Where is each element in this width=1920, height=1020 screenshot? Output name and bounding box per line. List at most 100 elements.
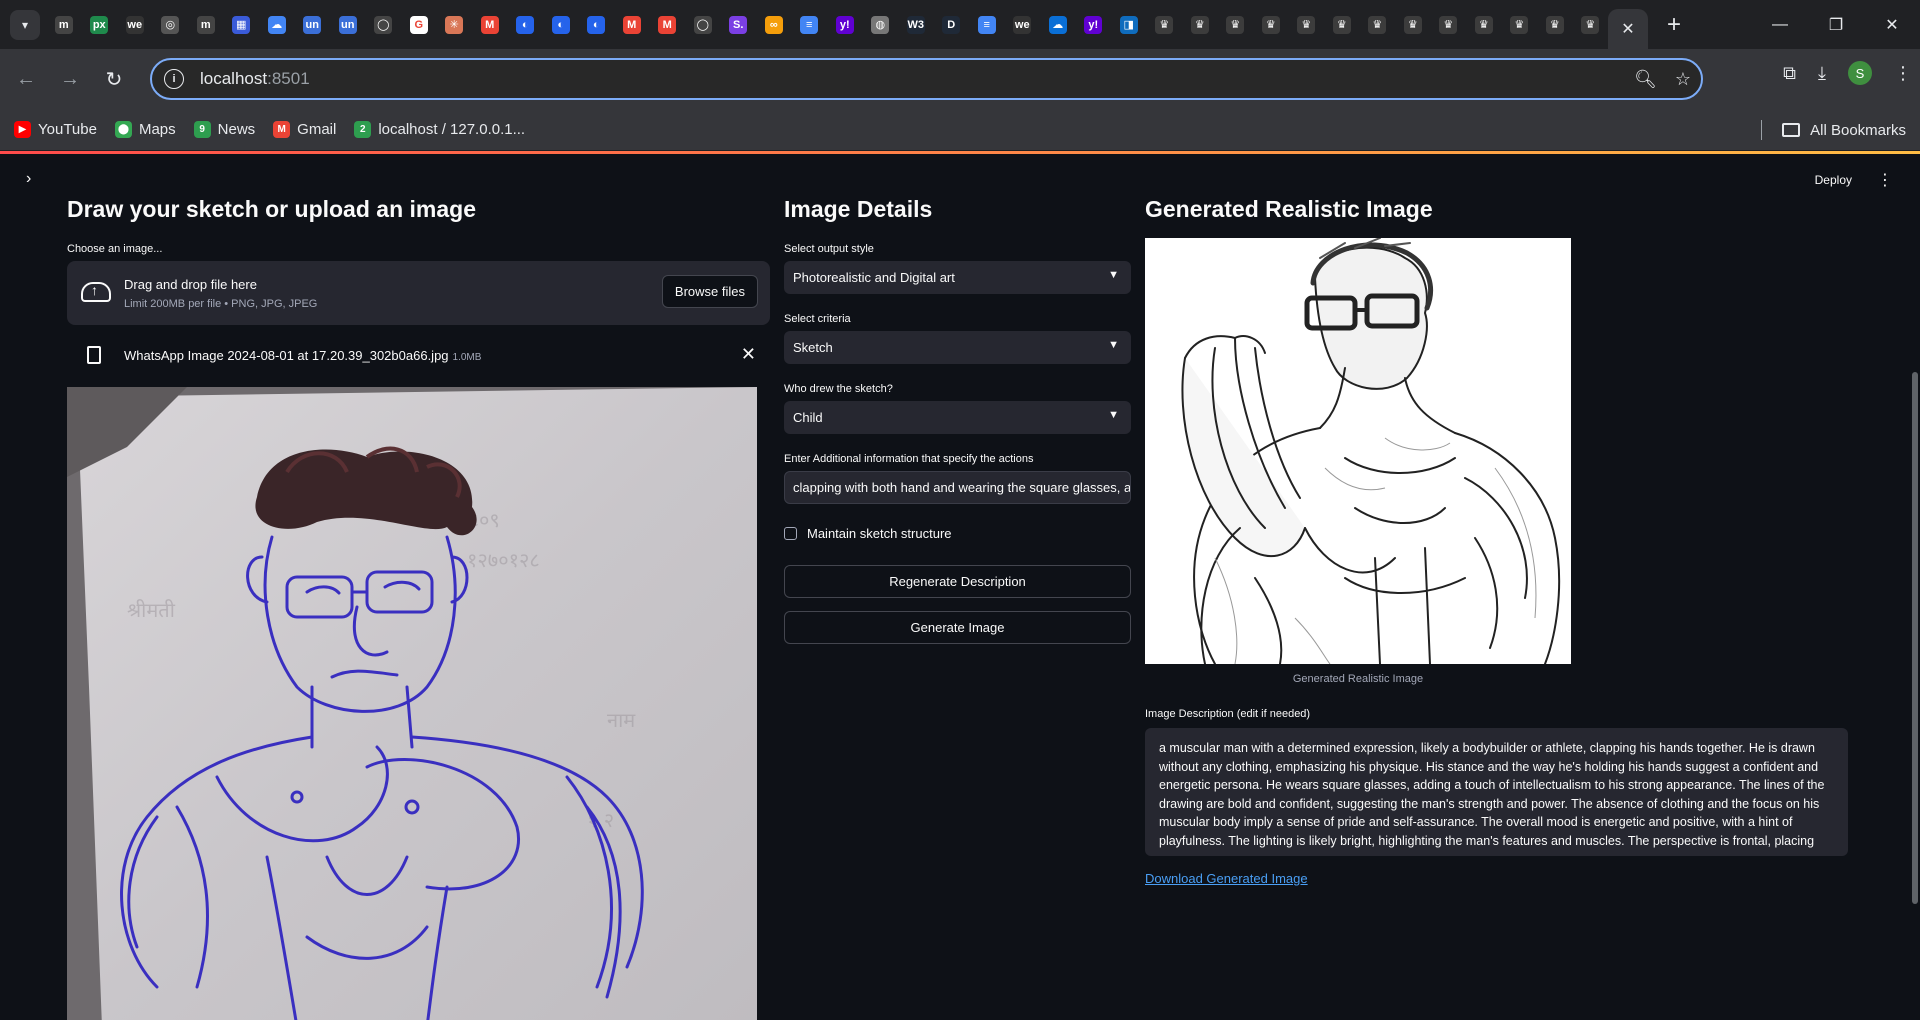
details-column-title: Image Details — [784, 196, 933, 222]
browser-tab[interactable]: m — [46, 0, 82, 49]
browser-tab[interactable]: ♛ — [1395, 0, 1431, 49]
browser-tab[interactable]: ♛ — [1502, 0, 1538, 49]
browser-tab[interactable]: ✳ — [437, 0, 473, 49]
bookmark-item[interactable]: 9 News — [193, 121, 255, 138]
back-button[interactable]: ← — [8, 61, 44, 97]
bookmark-item[interactable]: ▶ YouTube — [14, 121, 97, 138]
regenerate-description-button[interactable]: Regenerate Description — [784, 565, 1131, 598]
bookmark-favicon-icon: 9 — [193, 121, 211, 138]
svg-text:श्रीमती: श्रीमती — [127, 598, 176, 622]
browse-files-button[interactable]: Browse files — [661, 275, 758, 308]
browser-tab[interactable]: ◨ — [1111, 0, 1147, 49]
browser-tab[interactable]: y! — [1076, 0, 1112, 49]
browser-tab[interactable]: ♛ — [1573, 0, 1609, 49]
additional-info-input[interactable]: clapping with both hand and wearing the … — [784, 471, 1131, 504]
forward-button[interactable]: → — [52, 61, 88, 97]
browser-tab[interactable]: we — [117, 0, 153, 49]
minimize-button[interactable]: — — [1752, 0, 1808, 49]
browser-tab[interactable]: ∞ — [756, 0, 792, 49]
remove-file-icon[interactable]: ✕ — [741, 344, 756, 365]
tab-favicon-icon: we — [1013, 15, 1032, 34]
reload-button[interactable]: ↻ — [96, 61, 132, 97]
browser-tab[interactable]: ♛ — [1431, 0, 1467, 49]
output-style-select[interactable]: Photorealistic and Digital art ▼ — [784, 261, 1131, 294]
browser-tab[interactable]: ♛ — [1147, 0, 1183, 49]
browser-tab[interactable]: ♛ — [1466, 0, 1502, 49]
browser-tab[interactable]: M — [650, 0, 686, 49]
tab-favicon-icon: ☁ — [1048, 15, 1067, 34]
browser-tab[interactable]: un — [330, 0, 366, 49]
page-scrollbar[interactable] — [1912, 372, 1918, 904]
browser-tab[interactable]: ♛ — [1324, 0, 1360, 49]
browser-tab[interactable]: D — [934, 0, 970, 49]
browser-tab[interactable]: ♛ — [1289, 0, 1325, 49]
browser-tab[interactable]: px — [82, 0, 118, 49]
browser-tab[interactable]: ◍ — [863, 0, 899, 49]
browser-tab[interactable]: y! — [827, 0, 863, 49]
browser-tab[interactable]: ≡ — [792, 0, 828, 49]
browser-tab[interactable]: ◐ — [579, 0, 615, 49]
browser-tab[interactable]: M — [472, 0, 508, 49]
cloud-upload-icon — [81, 282, 111, 302]
browser-tab[interactable]: ◯ — [366, 0, 402, 49]
new-tab-button[interactable]: + — [1656, 7, 1692, 43]
download-image-link[interactable]: Download Generated Image — [1145, 871, 1308, 886]
file-dropzone[interactable]: Drag and drop file here Limit 200MB per … — [67, 261, 770, 325]
browser-tab[interactable]: ♛ — [1537, 0, 1573, 49]
bookmark-item[interactable]: ⬤ Maps — [114, 121, 176, 138]
site-info-icon[interactable]: i — [164, 69, 184, 89]
browser-tab[interactable]: M — [614, 0, 650, 49]
tab-favicon-icon: ◐ — [551, 15, 570, 34]
checkbox-box[interactable] — [784, 527, 797, 540]
sidebar-expand-icon[interactable]: › — [26, 170, 31, 188]
browser-tab[interactable]: ▦ — [224, 0, 260, 49]
browser-tab[interactable]: ◎ — [153, 0, 189, 49]
browser-tab[interactable]: ◐ — [508, 0, 544, 49]
maintain-structure-checkbox[interactable]: Maintain sketch structure — [784, 526, 952, 541]
url-text[interactable]: localhost:8501 — [200, 69, 310, 89]
browser-tab[interactable]: we — [1005, 0, 1041, 49]
browser-tab[interactable]: ♛ — [1218, 0, 1254, 49]
bookmark-item[interactable]: 2 localhost / 127.0.0.1... — [354, 121, 525, 138]
browser-tab[interactable]: W3 — [898, 0, 934, 49]
close-window-button[interactable]: ✕ — [1864, 0, 1920, 49]
browser-tab[interactable]: ◐ — [543, 0, 579, 49]
file-icon — [87, 346, 101, 364]
extensions-icon[interactable]: ⧉ — [1783, 63, 1796, 84]
image-description-textarea[interactable]: a muscular man with a determined express… — [1145, 728, 1848, 856]
all-bookmarks-button[interactable]: All Bookmarks — [1761, 109, 1906, 151]
active-tab-close-button[interactable]: ✕ — [1608, 9, 1648, 49]
tab-favicon-icon: px — [90, 15, 109, 34]
browser-tab[interactable]: ♛ — [1360, 0, 1396, 49]
browser-tab[interactable]: ◯ — [685, 0, 721, 49]
artist-select[interactable]: Child ▼ — [784, 401, 1131, 434]
browser-tab[interactable]: ☁ — [259, 0, 295, 49]
browser-menu-icon[interactable]: ⋮ — [1894, 63, 1912, 84]
generate-image-button[interactable]: Generate Image — [784, 611, 1131, 644]
browser-tab[interactable]: ♛ — [1182, 0, 1218, 49]
criteria-select[interactable]: Sketch ▼ — [784, 331, 1131, 364]
maintain-structure-label: Maintain sketch structure — [807, 526, 952, 541]
browser-tab[interactable]: ≡ — [969, 0, 1005, 49]
bookmarks-bar: ▶ YouTube ⬤ Maps 9 News M Gmail 2 localhost / 127… — [0, 109, 1920, 151]
deploy-button[interactable]: Deploy — [1815, 173, 1852, 187]
restore-button[interactable]: ❐ — [1808, 0, 1864, 49]
tab-search-button[interactable]: ▾ — [10, 9, 40, 40]
browser-tab[interactable]: ♛ — [1253, 0, 1289, 49]
browser-tab[interactable]: m — [188, 0, 224, 49]
bookmark-label: YouTube — [38, 121, 97, 138]
browser-tab[interactable]: G — [401, 0, 437, 49]
tab-favicon-icon: ◍ — [871, 15, 890, 34]
download-icon[interactable]: ⤓ — [1818, 63, 1826, 84]
profile-avatar[interactable]: S — [1848, 61, 1872, 85]
uploaded-file-size: 1.0MB — [452, 352, 482, 363]
uploaded-sketch-image: ०९४६८०९ १२७०१२८ श्रीमती नाम १ २ — [67, 387, 757, 1020]
zoom-icon[interactable]: 🔍︎ — [1634, 69, 1657, 90]
address-bar[interactable]: i localhost:8501 🔍︎ ☆ — [150, 58, 1703, 100]
app-menu-icon[interactable]: ⋮ — [1877, 170, 1893, 190]
bookmark-item[interactable]: M Gmail — [273, 121, 336, 138]
browser-tab[interactable]: un — [295, 0, 331, 49]
browser-tab[interactable]: ☁ — [1040, 0, 1076, 49]
bookmark-star-icon[interactable]: ☆ — [1675, 69, 1691, 90]
browser-tab[interactable]: S. — [721, 0, 757, 49]
